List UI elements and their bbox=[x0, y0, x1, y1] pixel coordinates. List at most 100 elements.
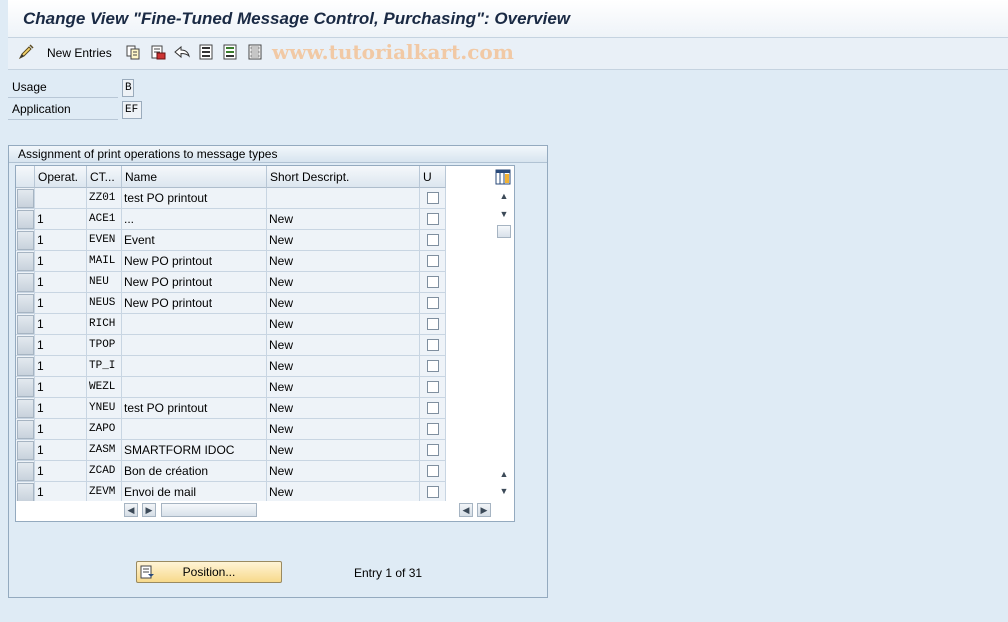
u-checkbox[interactable] bbox=[427, 381, 439, 393]
scroll-thumb[interactable] bbox=[497, 225, 511, 238]
cell-short-descript[interactable]: New bbox=[267, 398, 420, 419]
row-selector[interactable] bbox=[16, 293, 35, 314]
cell-operat[interactable]: 1 bbox=[35, 461, 87, 482]
page-down-icon[interactable]: ▼ bbox=[497, 485, 511, 497]
undo-icon[interactable] bbox=[174, 44, 190, 60]
u-checkbox[interactable] bbox=[427, 213, 439, 225]
horizontal-scroll-thumb[interactable] bbox=[161, 503, 257, 517]
cell-operat[interactable]: 1 bbox=[35, 272, 87, 293]
cell-operat[interactable]: 1 bbox=[35, 440, 87, 461]
cell-operat[interactable]: 1 bbox=[35, 419, 87, 440]
table-row[interactable]: ZZ01 test PO printout bbox=[16, 188, 491, 209]
cell-operat[interactable] bbox=[35, 188, 87, 209]
cell-short-descript[interactable] bbox=[267, 188, 420, 209]
copy-icon[interactable] bbox=[125, 44, 141, 60]
u-checkbox[interactable] bbox=[427, 360, 439, 372]
column-header-short-descript[interactable]: Short Descript. bbox=[267, 166, 420, 188]
row-selector[interactable] bbox=[16, 419, 35, 440]
cell-short-descript[interactable]: New bbox=[267, 230, 420, 251]
scroll-left-icon[interactable]: ◀ bbox=[124, 503, 138, 517]
cell-operat[interactable]: 1 bbox=[35, 377, 87, 398]
cell-short-descript[interactable]: New bbox=[267, 314, 420, 335]
scroll-right-icon[interactable]: ▶ bbox=[142, 503, 156, 517]
row-selector[interactable] bbox=[16, 440, 35, 461]
u-checkbox[interactable] bbox=[427, 444, 439, 456]
u-checkbox[interactable] bbox=[427, 297, 439, 309]
table-row[interactable]: 1 ZCAD Bon de création New bbox=[16, 461, 491, 482]
cell-short-descript[interactable]: New bbox=[267, 209, 420, 230]
column-header-operat[interactable]: Operat. bbox=[35, 166, 87, 188]
row-selector[interactable] bbox=[16, 251, 35, 272]
select-block-icon[interactable] bbox=[222, 44, 238, 60]
change-display-icon[interactable] bbox=[18, 44, 34, 60]
u-checkbox[interactable] bbox=[427, 276, 439, 288]
table-row[interactable]: 1 NEUS New PO printout New bbox=[16, 293, 491, 314]
table-row[interactable]: 1 ACE1... New bbox=[16, 209, 491, 230]
u-checkbox[interactable] bbox=[427, 234, 439, 246]
table-row[interactable]: 1 WEZL New bbox=[16, 377, 491, 398]
usage-field[interactable]: B bbox=[122, 79, 134, 97]
u-checkbox[interactable] bbox=[427, 192, 439, 204]
cell-operat[interactable]: 1 bbox=[35, 398, 87, 419]
position-button[interactable]: Position... bbox=[136, 561, 282, 583]
deselect-all-icon[interactable] bbox=[247, 44, 263, 60]
column-header-ct[interactable]: CT... bbox=[87, 166, 122, 188]
u-checkbox[interactable] bbox=[427, 402, 439, 414]
cell-short-descript[interactable]: New bbox=[267, 461, 420, 482]
cell-operat[interactable]: 1 bbox=[35, 251, 87, 272]
horizontal-scrollbar[interactable]: ◀ ▶ ◀ ▶ bbox=[16, 501, 514, 521]
row-selector[interactable] bbox=[16, 188, 35, 209]
row-selector[interactable] bbox=[16, 356, 35, 377]
cell-operat[interactable]: 1 bbox=[35, 293, 87, 314]
cell-short-descript[interactable]: New bbox=[267, 356, 420, 377]
u-checkbox[interactable] bbox=[427, 318, 439, 330]
page-up-icon[interactable]: ▲ bbox=[497, 468, 511, 480]
new-entries-button[interactable]: New Entries bbox=[47, 46, 112, 60]
row-selector[interactable] bbox=[16, 230, 35, 251]
table-row[interactable]: 1 TPOP New bbox=[16, 335, 491, 356]
scroll-down-icon[interactable]: ▼ bbox=[497, 208, 511, 220]
vertical-scrollbar[interactable]: ▲ ▼ ▲ ▼ bbox=[495, 188, 513, 498]
cell-operat[interactable]: 1 bbox=[35, 314, 87, 335]
application-field[interactable]: EF bbox=[122, 101, 142, 119]
scroll-up-icon[interactable]: ▲ bbox=[497, 190, 511, 202]
table-row[interactable]: 1 ZEVM Envoi de mail New bbox=[16, 482, 491, 503]
cell-operat[interactable]: 1 bbox=[35, 209, 87, 230]
table-row[interactable]: 1 RICH New bbox=[16, 314, 491, 335]
cell-short-descript[interactable]: New bbox=[267, 293, 420, 314]
u-checkbox[interactable] bbox=[427, 465, 439, 477]
row-selector[interactable] bbox=[16, 209, 35, 230]
table-row[interactable]: 1 ZASM SMARTFORM IDOC New bbox=[16, 440, 491, 461]
table-row[interactable]: 1 TP_I New bbox=[16, 356, 491, 377]
column-settings-icon[interactable] bbox=[495, 169, 511, 185]
u-checkbox[interactable] bbox=[427, 339, 439, 351]
row-selector[interactable] bbox=[16, 272, 35, 293]
delete-icon[interactable] bbox=[150, 44, 166, 60]
u-checkbox[interactable] bbox=[427, 486, 439, 498]
table-row[interactable]: 1 EVEN Event New bbox=[16, 230, 491, 251]
cell-short-descript[interactable]: New bbox=[267, 377, 420, 398]
row-selector[interactable] bbox=[16, 482, 35, 503]
select-all-rows-button[interactable] bbox=[16, 166, 35, 188]
row-selector[interactable] bbox=[16, 377, 35, 398]
table-row[interactable]: 1 MAIL New PO printout New bbox=[16, 251, 491, 272]
u-checkbox[interactable] bbox=[427, 255, 439, 267]
u-checkbox[interactable] bbox=[427, 423, 439, 435]
row-selector[interactable] bbox=[16, 398, 35, 419]
cell-operat[interactable]: 1 bbox=[35, 356, 87, 377]
table-row[interactable]: 1 NEU New PO printout New bbox=[16, 272, 491, 293]
cell-short-descript[interactable]: New bbox=[267, 272, 420, 293]
cell-short-descript[interactable]: New bbox=[267, 482, 420, 503]
row-selector[interactable] bbox=[16, 461, 35, 482]
row-selector[interactable] bbox=[16, 335, 35, 356]
cell-operat[interactable]: 1 bbox=[35, 230, 87, 251]
column-header-name[interactable]: Name bbox=[122, 166, 267, 188]
cell-short-descript[interactable]: New bbox=[267, 335, 420, 356]
scroll-left-end-icon[interactable]: ◀ bbox=[459, 503, 473, 517]
row-selector[interactable] bbox=[16, 314, 35, 335]
scroll-right-end-icon[interactable]: ▶ bbox=[477, 503, 491, 517]
cell-short-descript[interactable]: New bbox=[267, 419, 420, 440]
select-all-icon[interactable] bbox=[198, 44, 214, 60]
cell-short-descript[interactable]: New bbox=[267, 251, 420, 272]
table-row[interactable]: 1 YNEU test PO printout New bbox=[16, 398, 491, 419]
